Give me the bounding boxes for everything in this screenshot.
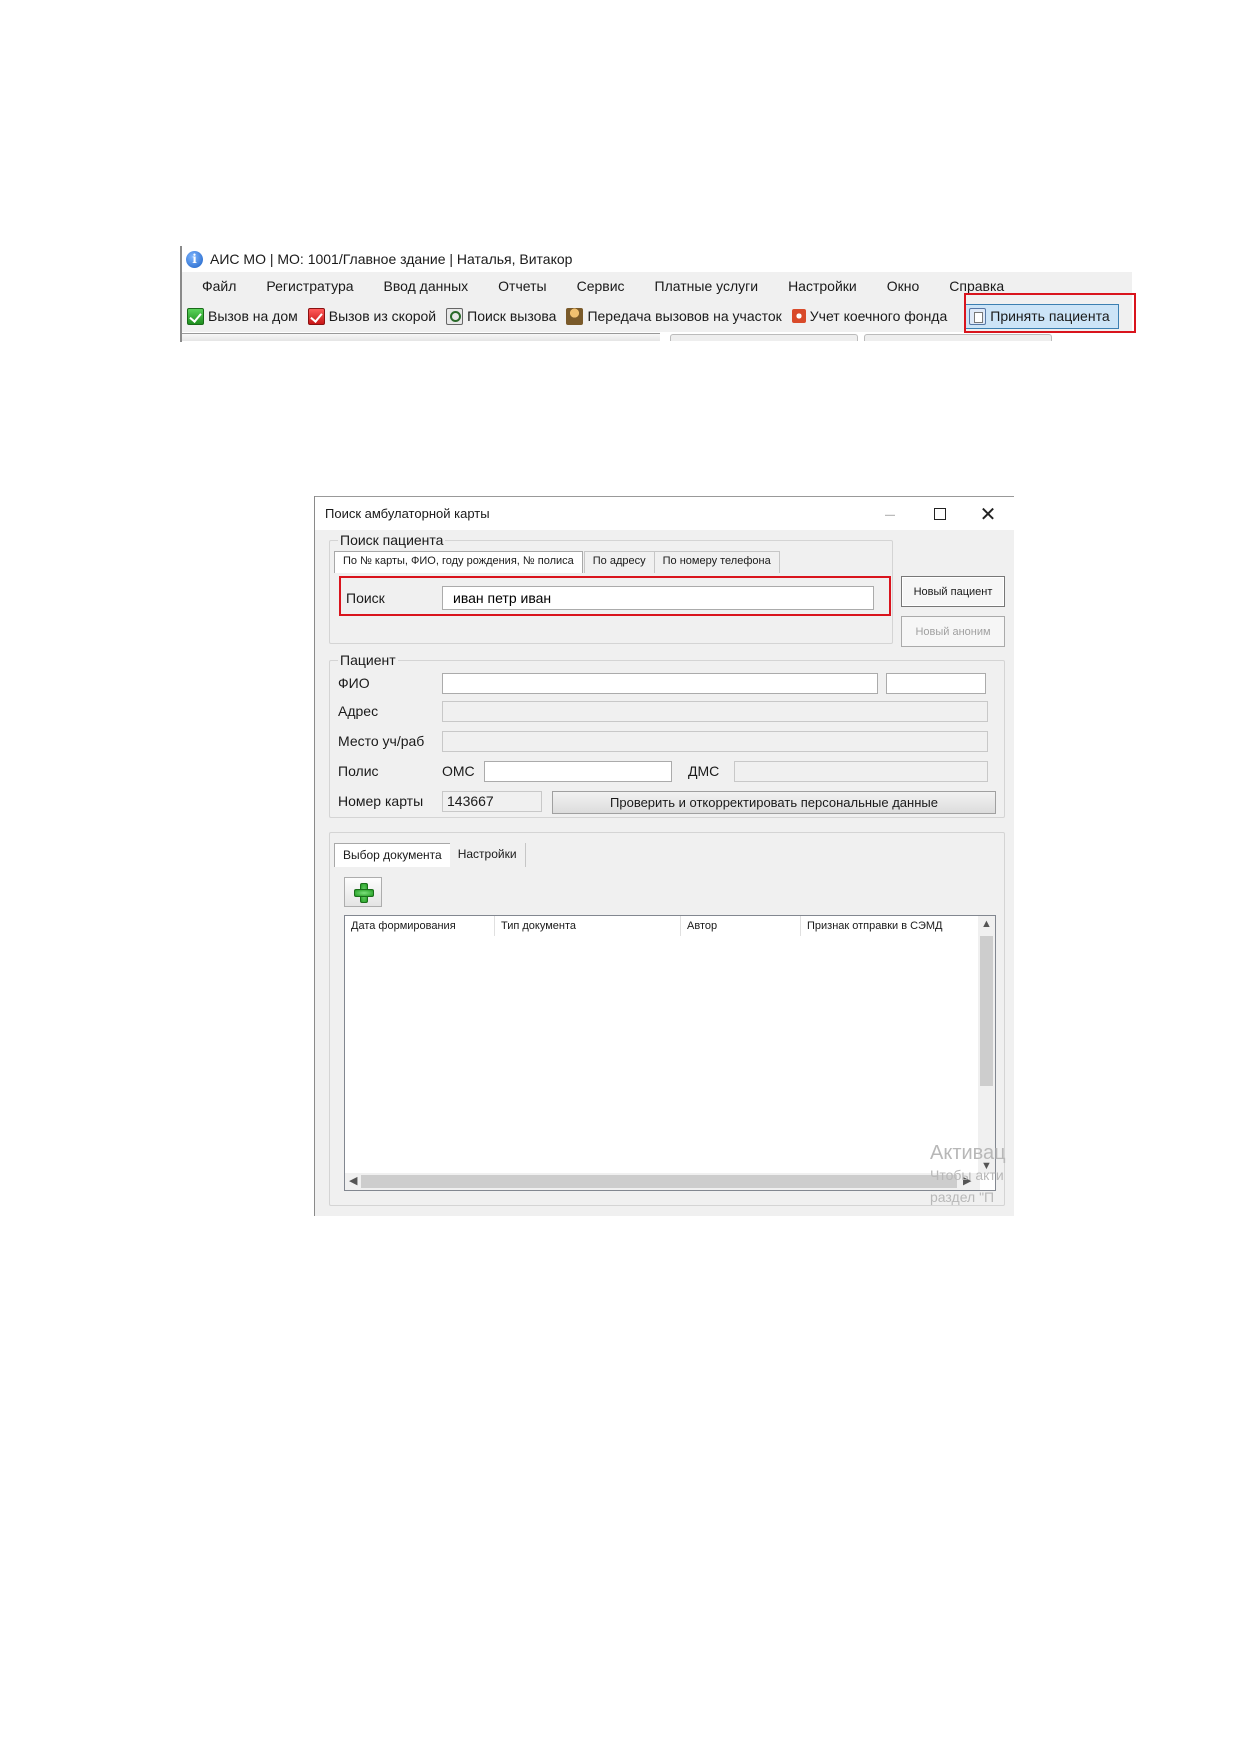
document-tabs: Выбор документа Настройки [334,843,526,867]
toolbar: Вызов на дом Вызов из скорой Поиск вызов… [182,300,1132,332]
new-patient-button[interactable]: Новый пациент [901,576,1005,607]
documents-group: Выбор документа Настройки Дата формирова… [329,832,1005,1206]
window-bottom-edge [182,333,660,341]
menu-paid-services[interactable]: Платные услуги [643,278,771,294]
scroll-left-icon[interactable]: ◀ [349,1174,357,1187]
add-document-button[interactable] [344,877,382,907]
maximize-icon[interactable] [920,501,960,527]
dialog-titlebar: Поиск амбулаторной карты – ✕ [315,496,1014,530]
column-semd-flag[interactable]: Признак отправки в СЭМД [801,916,977,936]
menu-registry[interactable]: Регистратура [254,278,365,294]
minimize-icon[interactable]: – [870,501,910,527]
search-label: Поиск [346,590,385,606]
column-author[interactable]: Автор [681,916,801,936]
menu-service[interactable]: Сервис [565,278,637,294]
menu-window[interactable]: Окно [875,278,932,294]
place-label: Место уч/раб [338,733,425,749]
scroll-down-icon[interactable]: ▼ [981,1160,992,1172]
search-tabs: По № карты, ФИО, году рождения, № полиса… [334,551,780,573]
app-titlebar: i АИС МО | МО: 1001/Главное здание | Нат… [182,246,1132,272]
ambulance-call-button[interactable]: Вызов из скорой [306,306,441,327]
close-icon[interactable]: ✕ [968,501,1008,527]
home-call-label: Вызов на дом [208,308,298,324]
column-doc-type[interactable]: Тип документа [495,916,681,936]
red-check-icon [307,307,325,325]
ambulance-call-label: Вызов из скорой [328,308,437,324]
patient-group: Пациент ФИО Адрес Место уч/раб Полис ОМС… [329,652,1005,818]
oms-label: ОМС [442,763,475,779]
patient-search-group: Поиск пациента По № карты, ФИО, году рож… [329,532,893,644]
people-icon [566,307,584,325]
address-label: Адрес [338,703,379,719]
menu-file[interactable]: Файл [190,278,248,294]
fio-field[interactable] [442,673,878,694]
address-field [442,701,988,722]
mdi-tab[interactable] [670,334,858,341]
accept-patient-button[interactable]: Принять пациента [964,303,1119,329]
menu-bar: Файл Регистратура Ввод данных Отчеты Сер… [182,272,1132,300]
app-title: АИС МО | МО: 1001/Главное здание | Натал… [210,251,573,267]
tab-by-address[interactable]: По адресу [583,551,655,573]
mdi-tab-strip [664,334,1052,341]
menu-reports[interactable]: Отчеты [486,278,558,294]
call-search-button[interactable]: Поиск вызова [444,306,561,327]
dms-policy-field [734,761,988,782]
search-input[interactable] [442,586,874,610]
policy-label: Полис [338,763,379,779]
dialog-title: Поиск амбулаторной карты [325,506,490,521]
menu-settings[interactable]: Настройки [776,278,869,294]
tab-document-settings[interactable]: Настройки [449,843,526,867]
birth-date-field[interactable] [886,673,986,694]
ambulatory-card-search-dialog: Поиск амбулаторной карты – ✕ Поиск пацие… [314,496,1014,1216]
search-row: Поиск [338,577,884,619]
search-icon [446,307,464,325]
verify-personal-data-button[interactable]: Проверить и откорректировать персональны… [552,791,996,814]
scroll-right-icon[interactable]: ▶ [963,1174,971,1187]
documents-table[interactable]: Дата формирования Тип документа Автор Пр… [344,915,996,1191]
table-header: Дата формирования Тип документа Автор Пр… [345,916,977,936]
card-number-field: 143667 [442,791,542,812]
document-icon [969,307,987,325]
gear-icon [791,309,806,323]
transfer-calls-button[interactable]: Передача вызовов на участок [564,306,786,327]
horizontal-scrollbar[interactable]: ◀ ▶ [345,1173,980,1190]
main-app-window: i АИС МО | МО: 1001/Главное здание | Нат… [180,246,1136,342]
home-call-button[interactable]: Вызов на дом [185,306,303,327]
tab-by-card-fio[interactable]: По № карты, ФИО, году рождения, № полиса [334,551,583,573]
bed-fund-button[interactable]: Учет коечного фонда [790,306,952,326]
green-check-icon [187,307,204,325]
menu-data-entry[interactable]: Ввод данных [372,278,481,294]
plus-icon [354,883,374,903]
patient-search-title: Поиск пациента [338,532,446,548]
dms-label: ДМС [688,763,720,779]
accept-patient-label: Принять пациента [990,308,1110,324]
call-search-label: Поиск вызова [467,308,557,324]
new-anonymous-button[interactable]: Новый аноним [901,616,1005,647]
oms-policy-field[interactable] [484,761,672,782]
vertical-scrollbar[interactable]: ▲ ▼ [978,916,995,1174]
patient-group-title: Пациент [338,652,398,668]
card-number-label: Номер карты [338,793,424,809]
mdi-tab[interactable] [864,334,1052,341]
fio-label: ФИО [338,675,370,691]
column-date[interactable]: Дата формирования [345,916,495,936]
place-field [442,731,988,752]
horizontal-scroll-thumb[interactable] [361,1175,957,1188]
vertical-scroll-thumb[interactable] [980,936,993,1086]
tab-document-selection[interactable]: Выбор документа [334,843,451,867]
transfer-calls-label: Передача вызовов на участок [587,308,782,324]
info-icon: i [186,250,203,268]
scroll-up-icon[interactable]: ▲ [981,918,992,930]
menu-help[interactable]: Справка [937,278,1016,294]
tab-by-phone[interactable]: По номеру телефона [653,551,780,573]
bed-fund-label: Учет коечного фонда [809,308,948,324]
